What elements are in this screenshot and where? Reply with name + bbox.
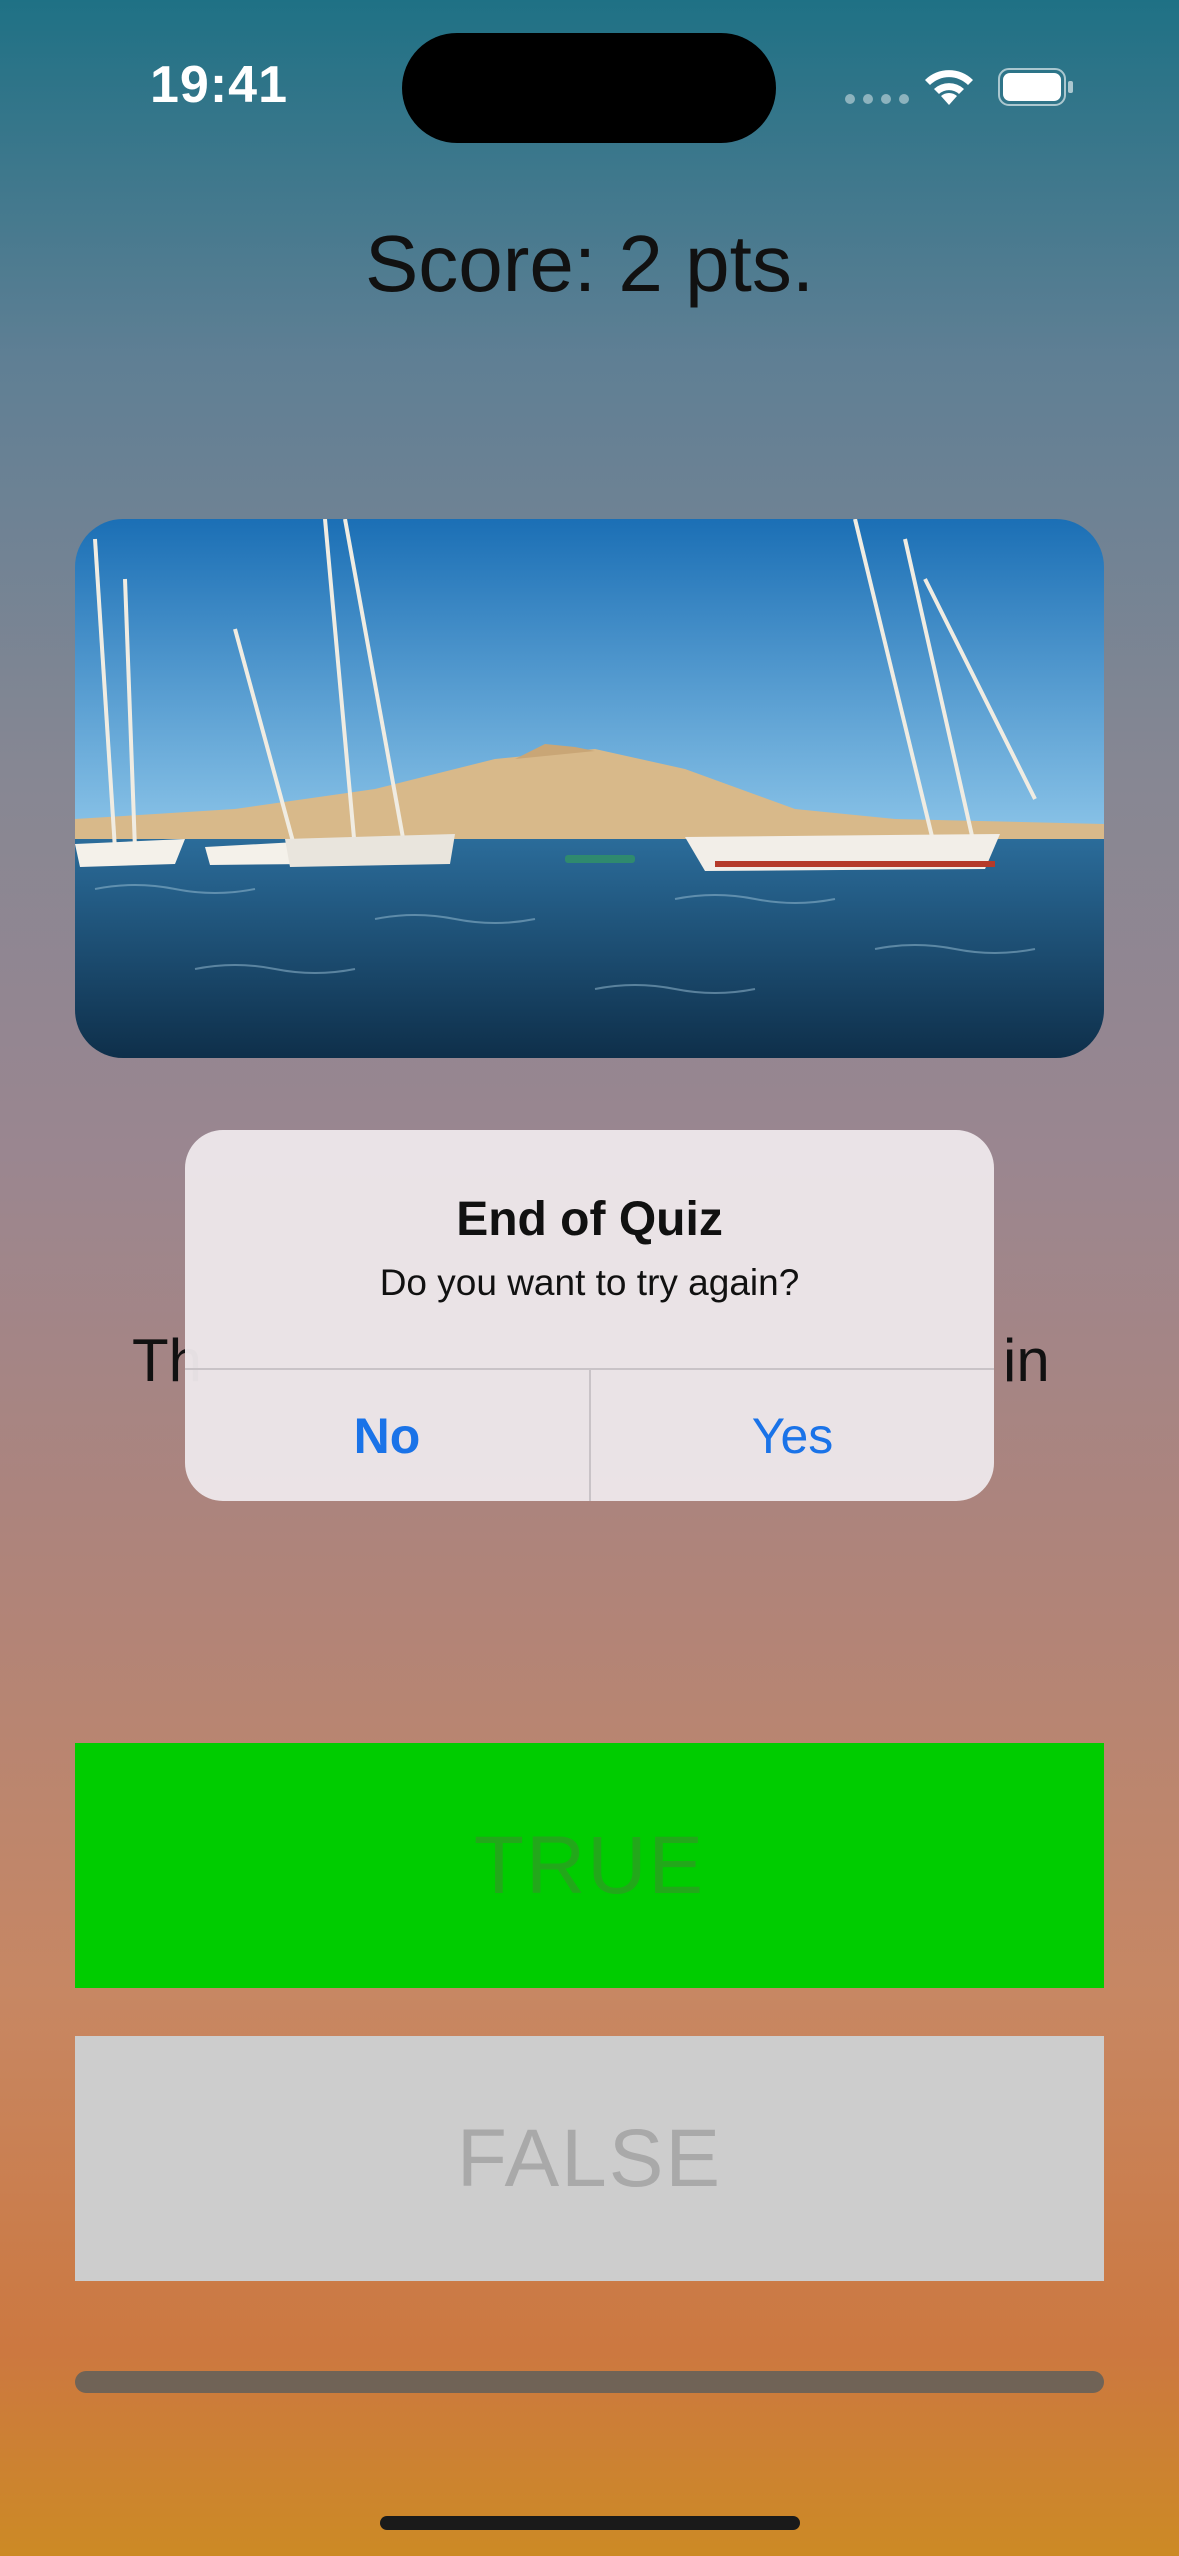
alert-yes-button[interactable]: Yes — [591, 1370, 994, 1501]
question-text-right: in — [1003, 1327, 1050, 1394]
true-button[interactable]: TRUE — [75, 1743, 1104, 1988]
alert-message: Do you want to try again? — [379, 1262, 800, 1303]
false-button[interactable]: FALSE — [75, 2036, 1104, 2281]
home-indicator[interactable] — [380, 2516, 800, 2530]
alert-no-button[interactable]: No — [185, 1370, 589, 1501]
progress-bar — [75, 2371, 1104, 2393]
battery-icon — [998, 68, 1073, 106]
dynamic-island — [402, 33, 776, 143]
alert-title: End of Quiz — [456, 1193, 723, 1246]
signal-icon — [845, 94, 909, 104]
score-label: Score: 2 pts. — [364, 219, 815, 308]
question-image — [75, 519, 1104, 1058]
status-time: 19:41 — [150, 56, 288, 114]
wifi-icon — [925, 70, 973, 105]
end-of-quiz-alert: End of Quiz Do you want to try again? No… — [185, 1130, 994, 1501]
